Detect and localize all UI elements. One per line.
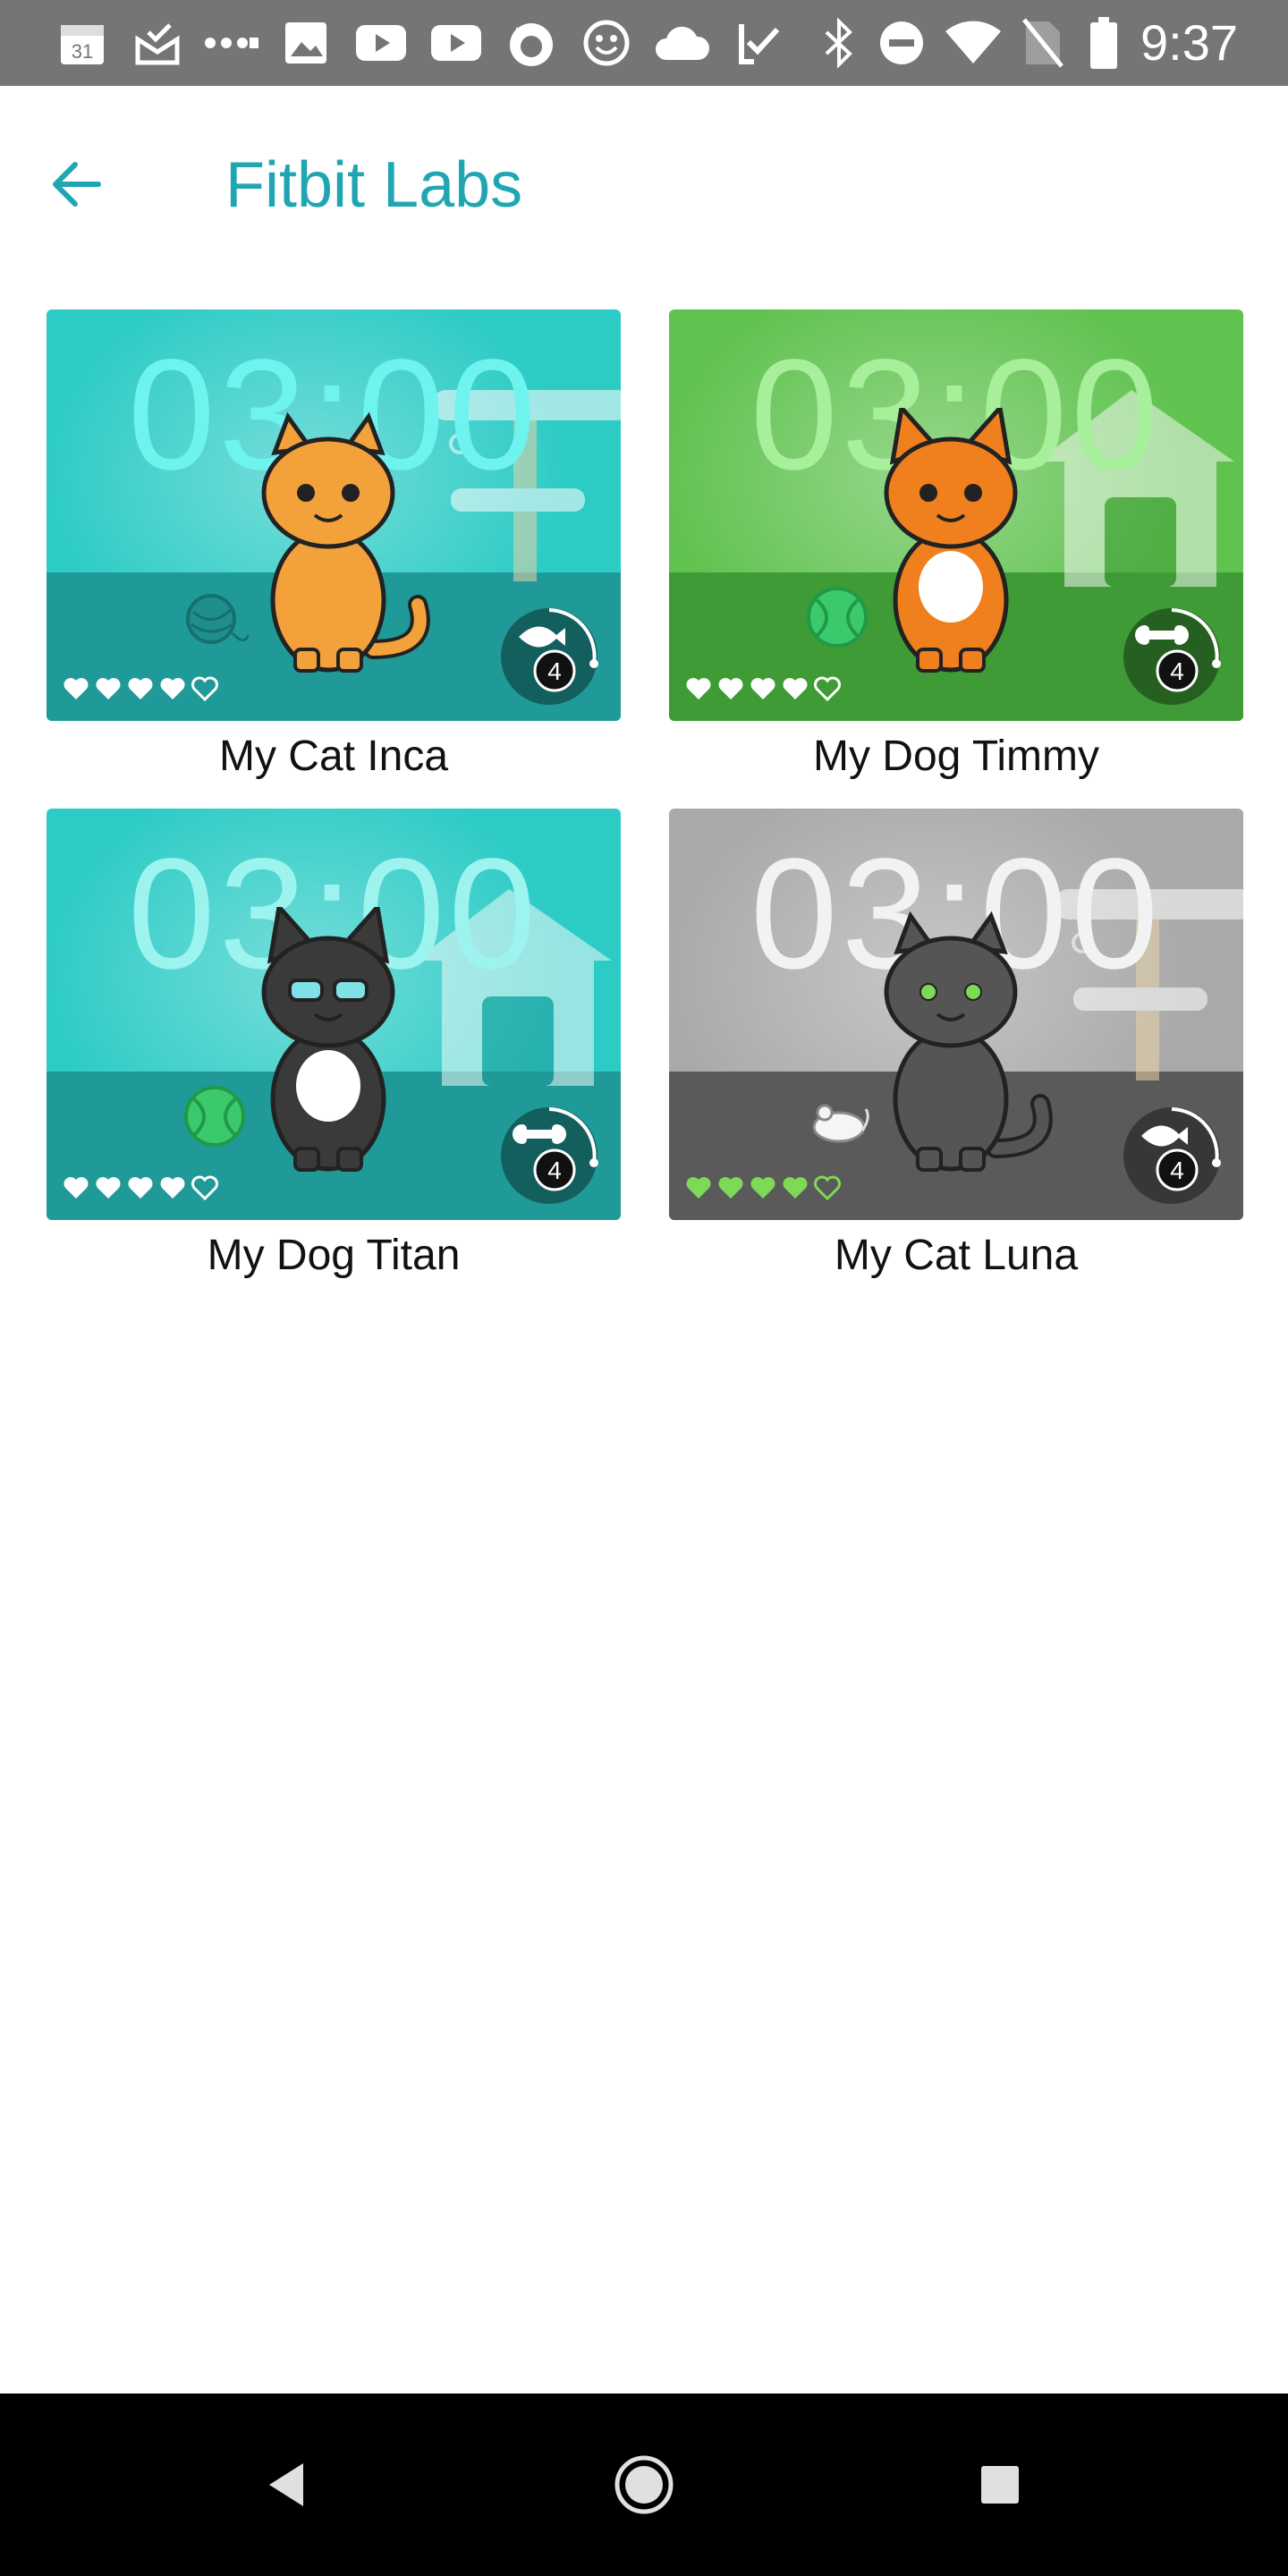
youtube-icon — [354, 0, 408, 86]
no-sim-icon — [1016, 0, 1070, 86]
hearts-meter — [63, 675, 218, 707]
task-icon — [732, 0, 785, 86]
heart-icon — [782, 1174, 809, 1206]
nav-recents-icon — [981, 2466, 1019, 2504]
hearts-meter — [63, 1174, 218, 1206]
hearts-meter — [685, 675, 841, 707]
dots-icon — [202, 0, 261, 86]
nav-back-button[interactable] — [242, 2440, 331, 2529]
heart-icon — [750, 675, 776, 707]
dnd-icon — [875, 0, 928, 86]
mail-check-icon — [131, 0, 184, 86]
heart-icon — [95, 1174, 122, 1206]
page-title: Fitbit Labs — [225, 149, 523, 221]
navigation-bar — [0, 2394, 1288, 2576]
nav-back-icon — [269, 2463, 303, 2506]
heart-icon — [191, 675, 218, 707]
heart-icon — [159, 675, 186, 707]
youtube-icon — [429, 0, 483, 86]
clockface-preview[interactable]: 03:00 4 — [47, 309, 621, 721]
clockface-card[interactable]: 03:00 4 My Dog Titan — [47, 809, 621, 1284]
heart-icon — [750, 1174, 776, 1206]
status-bar: 31 9:37 — [0, 0, 1288, 86]
wifi-icon — [941, 0, 1005, 86]
clockface-name: My Dog Titan — [207, 1232, 461, 1279]
cloud-icon — [653, 0, 712, 86]
heart-icon — [63, 675, 89, 707]
heart-icon — [95, 675, 122, 707]
clockface-preview[interactable]: 03:00 4 — [47, 809, 621, 1220]
clockface-card[interactable]: 03:00 4 My Cat Luna — [669, 809, 1243, 1284]
nav-recents-button[interactable] — [955, 2440, 1045, 2529]
image-icon — [279, 0, 333, 86]
heart-icon — [191, 1174, 218, 1206]
clockface-name: My Cat Inca — [218, 733, 449, 780]
battery-icon — [1082, 0, 1125, 86]
clockface-card[interactable]: 03:00 4 My Cat Inca — [47, 309, 621, 785]
clockface-preview[interactable]: 03:00 4 — [669, 809, 1243, 1220]
orange-cat-icon — [225, 408, 431, 676]
badge-count: 4 — [547, 1157, 562, 1184]
badge-count: 4 — [547, 657, 562, 685]
hearts-meter — [685, 1174, 841, 1206]
heart-icon — [814, 675, 841, 707]
heart-icon — [717, 675, 744, 707]
clockface-name: My Cat Luna — [834, 1232, 1079, 1279]
clockface-card[interactable]: 03:00 4 My Dog Timmy — [669, 309, 1243, 785]
gray-cat-icon — [848, 907, 1054, 1175]
heart-icon — [717, 1174, 744, 1206]
fish-icon-badge: 4 — [497, 605, 601, 708]
corgi-dog-icon — [848, 402, 1054, 676]
heart-icon — [685, 1174, 712, 1206]
fox-icon — [504, 0, 558, 86]
calendar-icon: 31 — [55, 0, 109, 86]
bone-icon-badge: 4 — [497, 1104, 601, 1208]
heart-icon — [127, 675, 154, 707]
heart-icon — [159, 1174, 186, 1206]
badge-count: 4 — [1170, 657, 1184, 685]
heart-icon — [782, 675, 809, 707]
clockface-name: My Dog Timmy — [812, 733, 1099, 780]
nav-home-icon — [614, 2455, 674, 2514]
bluetooth-icon — [814, 0, 864, 86]
badge-count: 4 — [1170, 1157, 1184, 1184]
heart-icon — [63, 1174, 89, 1206]
nav-home-button[interactable] — [599, 2440, 689, 2529]
heart-icon — [685, 675, 712, 707]
arrow-left-icon — [53, 162, 101, 207]
clockface-preview[interactable]: 03:00 4 — [669, 309, 1243, 721]
husky-dog-icon — [225, 902, 431, 1175]
back-button[interactable] — [32, 140, 122, 229]
smiley-icon — [580, 0, 633, 86]
bone-icon-badge: 4 — [1120, 605, 1224, 708]
heart-icon — [814, 1174, 841, 1206]
calendar-day: 31 — [72, 40, 93, 63]
app-bar: Fitbit Labs — [0, 86, 1288, 283]
heart-icon — [127, 1174, 154, 1206]
fish-icon-badge: 4 — [1120, 1104, 1224, 1208]
status-time: 9:37 — [1140, 14, 1238, 71]
